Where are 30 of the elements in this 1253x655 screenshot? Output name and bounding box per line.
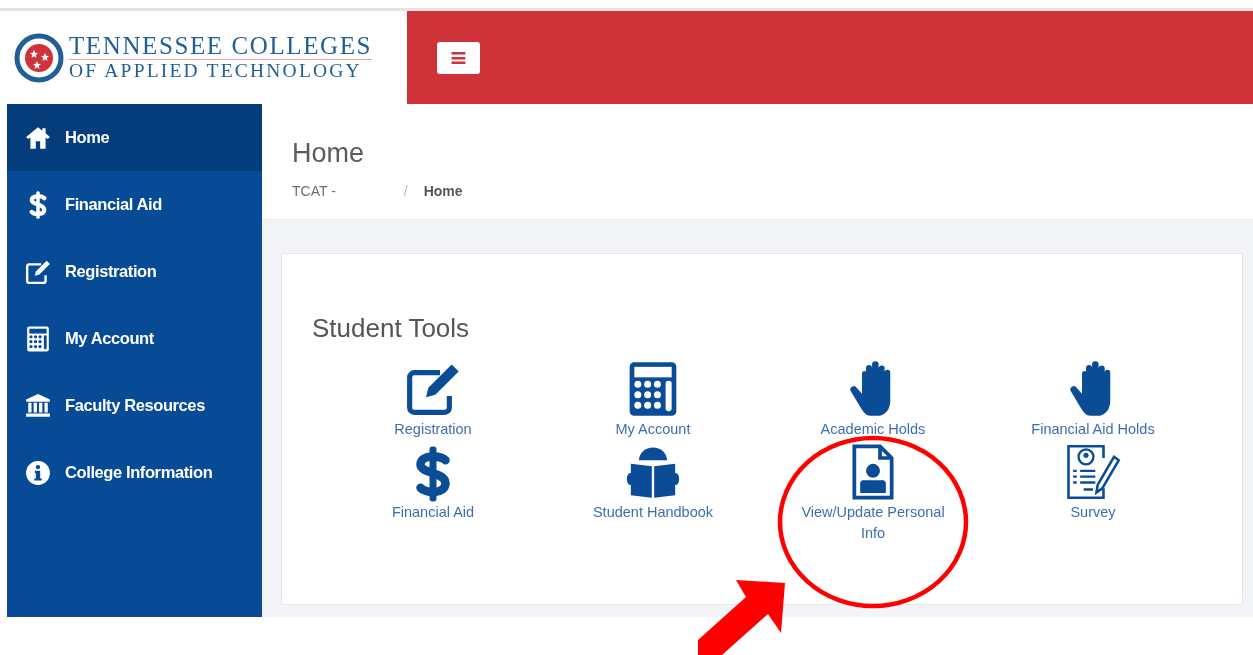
tool-link[interactable]: My Account [615,419,691,440]
logo-subtitle: OF APPLIED TECHNOLOGY [69,60,363,82]
tool-link[interactable]: Academic Holds [820,419,926,440]
sidebar-item[interactable]: Home [7,104,262,171]
dollar-icon [29,189,47,220]
page-title: Home [292,137,366,169]
tool-link[interactable]: Financial Aid Holds [1031,419,1155,440]
info-icon [25,459,51,486]
tool-link[interactable]: Financial Aid [391,502,475,523]
tool-link[interactable]: View/Update Personal Info [788,502,958,544]
tool-link[interactable]: Student Handbook [592,502,714,523]
sidebar-item[interactable]: Faculty Resources [7,372,262,439]
tool-link[interactable]: Registration [394,419,472,440]
logo-emblem-icon [14,32,64,83]
edit-icon [25,258,51,285]
menu-button[interactable]: ≡ [437,41,480,74]
survey-icon [1065,444,1121,500]
breadcrumb-link[interactable]: TCAT - [292,183,336,199]
dollar-icon [415,444,451,504]
sidebar-item[interactable]: Financial Aid [7,171,262,238]
sidebar-item[interactable]: My Account [7,305,262,372]
breadcrumb-separator: / [403,183,408,199]
sidebar-item[interactable]: College Information [7,439,262,506]
card-title: Student Tools [312,312,471,344]
calculator-icon [25,325,51,352]
bank-icon [25,392,51,419]
logo-title: TENNESSEE COLLEGES [69,33,373,60]
tool-link[interactable]: Survey [1070,502,1116,523]
breadcrumb-current: Home [423,183,463,199]
sidebar-item[interactable]: Registration [7,238,262,305]
